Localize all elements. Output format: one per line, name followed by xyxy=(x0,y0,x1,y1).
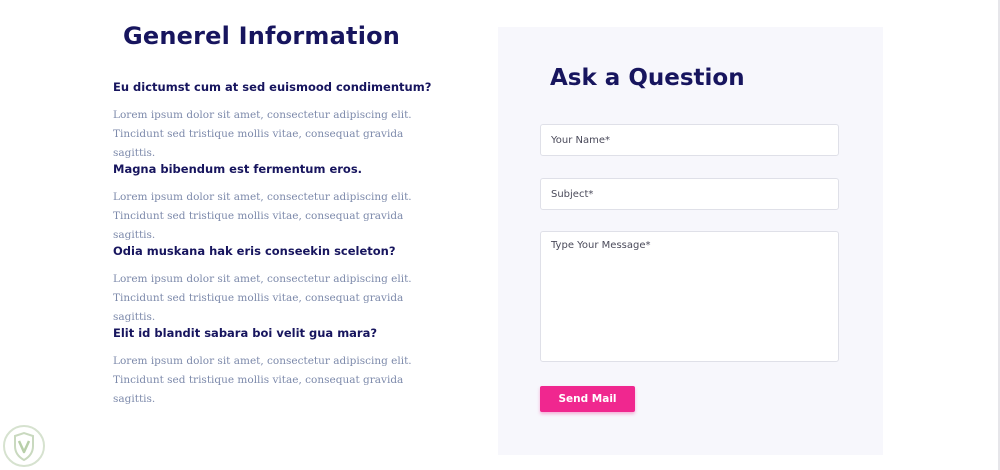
faq-question: Eu dictumst cum at sed euismood condimen… xyxy=(113,80,432,94)
info-title: Generel Information xyxy=(123,22,401,50)
subject-input[interactable] xyxy=(540,178,839,210)
faq-answer: Lorem ipsum dolor sit amet, consectetur … xyxy=(113,273,412,323)
faq-question: Elit id blandit sabara boi velit gua mar… xyxy=(113,326,378,340)
faq-item: Magna bibendum est fermentum eros. Lorem… xyxy=(113,162,453,245)
faq-item: Eu dictumst cum at sed euismood condimen… xyxy=(113,80,453,163)
ask-question-panel: Ask a Question Send Mail xyxy=(498,27,883,455)
shield-logo-icon xyxy=(2,424,48,468)
faq-item: Odia muskana hak eris conseekin sceleton… xyxy=(113,244,453,327)
faq-question: Odia muskana hak eris conseekin sceleton… xyxy=(113,244,396,258)
faq-answer: Lorem ipsum dolor sit amet, consectetur … xyxy=(113,109,412,159)
form-title: Ask a Question xyxy=(550,65,745,91)
faq-question: Magna bibendum est fermentum eros. xyxy=(113,162,363,176)
name-input[interactable] xyxy=(540,124,839,156)
faq-item: Elit id blandit sabara boi velit gua mar… xyxy=(113,326,453,409)
faq-answer: Lorem ipsum dolor sit amet, consectetur … xyxy=(113,355,412,405)
send-mail-button[interactable]: Send Mail xyxy=(540,386,635,412)
message-textarea[interactable] xyxy=(540,231,839,362)
faq-answer: Lorem ipsum dolor sit amet, consectetur … xyxy=(113,191,412,241)
